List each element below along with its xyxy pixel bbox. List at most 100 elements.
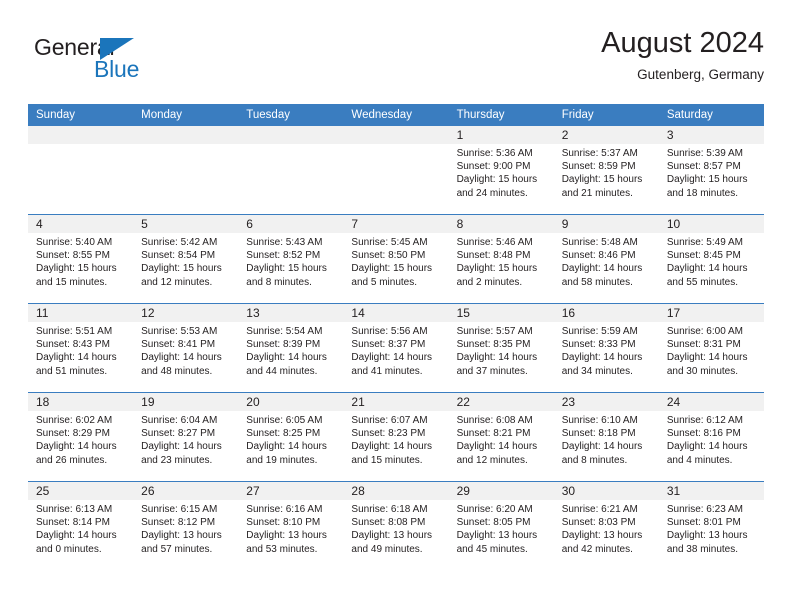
day-number: 31 — [658, 482, 764, 500]
day-sun-info: Sunrise: 5:51 AM Sunset: 8:43 PM Daylight:… — [28, 322, 133, 378]
calendar-day-cell[interactable]: 26 Sunrise: 6:15 AM Sunset: 8:12 PM Dayligh… — [133, 482, 239, 570]
calendar-day-cell[interactable]: 18 Sunrise: 6:02 AM Sunset: 8:29 PM Dayligh… — [28, 393, 134, 481]
day-sun-info: Sunrise: 6:13 AM Sunset: 8:14 PM Daylight:… — [28, 500, 133, 556]
daylight-duration-line1: Daylight: 14 hours — [36, 530, 117, 542]
weekday-header-saturday: Saturday — [666, 109, 713, 121]
brand-logo[interactable]: General Blue — [34, 34, 244, 90]
calendar-day-cell[interactable]: 3 Sunrise: 5:39 AM Sunset: 8:57 PM Daylight… — [658, 126, 764, 214]
day-number: 26 — [133, 482, 239, 500]
page-title: August 2024 — [601, 27, 764, 59]
calendar-day-cell[interactable]: 14 Sunrise: 5:56 AM Sunset: 8:37 PM Dayligh… — [343, 304, 449, 392]
sunrise-time: Sunrise: 6:20 AM — [456, 504, 533, 515]
calendar-day-cell[interactable]: 17 Sunrise: 6:00 AM Sunset: 8:31 PM Dayligh… — [658, 304, 764, 392]
weekday-header-wednesday: Wednesday — [351, 109, 412, 121]
daylight-duration-line2: and 41 minutes. — [351, 365, 423, 377]
daylight-duration-line1: Daylight: 14 hours — [246, 441, 327, 453]
sunset-time: Sunset: 8:52 PM — [246, 250, 321, 262]
daylight-duration-line2: and 4 minutes. — [666, 454, 733, 466]
sunrise-time: Sunrise: 6:07 AM — [351, 415, 428, 426]
calendar-day-cell[interactable]: 11 Sunrise: 5:51 AM Sunset: 8:43 PM Dayligh… — [28, 304, 134, 392]
sunset-time: Sunset: 8:54 PM — [141, 250, 216, 262]
calendar-day-cell[interactable]: 7 Sunrise: 5:45 AM Sunset: 8:50 PM Daylight… — [343, 215, 449, 303]
day-number: 22 — [448, 393, 554, 411]
daylight-duration-line1: Daylight: 15 hours — [456, 174, 538, 186]
day-number: 15 — [448, 304, 554, 322]
day-sun-info: Sunrise: 6:12 AM Sunset: 8:16 PM Daylight:… — [659, 411, 764, 467]
calendar-day-cell-empty — [133, 126, 239, 214]
sunset-time: Sunset: 8:35 PM — [456, 339, 531, 351]
sunrise-time: Sunrise: 5:46 AM — [456, 237, 533, 248]
calendar-day-cell[interactable]: 4 Sunrise: 5:40 AM Sunset: 8:55 PM Daylight… — [28, 215, 134, 303]
daylight-duration-line2: and 26 minutes. — [36, 454, 108, 466]
sunrise-time: Sunrise: 5:36 AM — [456, 148, 533, 159]
calendar-day-cell[interactable]: 5 Sunrise: 5:42 AM Sunset: 8:54 PM Daylight… — [133, 215, 239, 303]
calendar-day-cell[interactable]: 13 Sunrise: 5:54 AM Sunset: 8:39 PM Dayligh… — [238, 304, 344, 392]
daylight-duration-line1: Daylight: 13 hours — [666, 530, 748, 542]
sunset-time: Sunset: 8:57 PM — [666, 161, 741, 173]
daylight-duration-line2: and 21 minutes. — [561, 187, 633, 199]
daylight-duration-line1: Daylight: 15 hours — [456, 263, 538, 275]
calendar-day-cell[interactable]: 12 Sunrise: 5:53 AM Sunset: 8:41 PM Dayligh… — [133, 304, 239, 392]
sunrise-time: Sunrise: 5:57 AM — [456, 326, 533, 337]
calendar-day-cell[interactable]: 19 Sunrise: 6:04 AM Sunset: 8:27 PM Dayligh… — [133, 393, 239, 481]
day-number: 21 — [343, 393, 449, 411]
day-number: 17 — [658, 304, 764, 322]
calendar-day-cell[interactable]: 29 Sunrise: 6:20 AM Sunset: 8:05 PM Dayligh… — [448, 482, 554, 570]
calendar-day-cell-empty — [343, 126, 449, 214]
daylight-duration-line1: Daylight: 14 hours — [666, 441, 748, 453]
calendar-day-cell[interactable]: 2 Sunrise: 5:37 AM Sunset: 8:59 PM Daylight… — [553, 126, 659, 214]
calendar-day-cell[interactable]: 23 Sunrise: 6:10 AM Sunset: 8:18 PM Dayligh… — [553, 393, 659, 481]
day-number: 28 — [343, 482, 449, 500]
calendar-day-cell[interactable]: 27 Sunrise: 6:16 AM Sunset: 8:10 PM Dayligh… — [238, 482, 344, 570]
day-number: 23 — [553, 393, 659, 411]
daylight-duration-line2: and 30 minutes. — [666, 365, 739, 377]
calendar-day-cell[interactable]: 28 Sunrise: 6:18 AM Sunset: 8:08 PM Dayligh… — [343, 482, 449, 570]
calendar-day-cell[interactable]: 20 Sunrise: 6:05 AM Sunset: 8:25 PM Dayligh… — [238, 393, 344, 481]
calendar-day-cell[interactable]: 1 Sunrise: 5:36 AM Sunset: 9:00 PM Daylight… — [448, 126, 554, 214]
daylight-duration-line1: Daylight: 15 hours — [141, 263, 222, 275]
calendar-day-cell[interactable]: 8 Sunrise: 5:46 AM Sunset: 8:48 PM Daylight… — [448, 215, 554, 303]
day-number — [28, 126, 134, 144]
page-subtitle: Gutenberg, Germany — [637, 67, 764, 82]
calendar-day-cell[interactable]: 30 Sunrise: 6:21 AM Sunset: 8:03 PM Dayligh… — [553, 482, 659, 570]
calendar-day-cell[interactable]: 6 Sunrise: 5:43 AM Sunset: 8:52 PM Daylight… — [238, 215, 344, 303]
day-sun-info: Sunrise: 6:00 AM Sunset: 8:31 PM Daylight:… — [659, 322, 764, 378]
calendar-day-cell[interactable]: 31 Sunrise: 6:23 AM Sunset: 8:01 PM Dayligh… — [658, 482, 764, 570]
calendar-day-cell[interactable]: 24 Sunrise: 6:12 AM Sunset: 8:16 PM Dayligh… — [658, 393, 764, 481]
daylight-duration-line2: and 38 minutes. — [666, 543, 739, 555]
daylight-duration-line2: and 19 minutes. — [246, 454, 318, 466]
sunset-time: Sunset: 8:29 PM — [36, 428, 110, 440]
daylight-duration-line2: and 57 minutes. — [141, 543, 213, 555]
calendar-day-cell[interactable]: 16 Sunrise: 5:59 AM Sunset: 8:33 PM Dayligh… — [553, 304, 659, 392]
day-sun-info: Sunrise: 5:53 AM Sunset: 8:41 PM Daylight:… — [133, 322, 238, 378]
sunset-time: Sunset: 8:50 PM — [351, 250, 426, 262]
daylight-duration-line2: and 58 minutes. — [561, 276, 633, 288]
day-number: 27 — [238, 482, 344, 500]
day-number — [238, 126, 344, 144]
calendar-day-cell[interactable]: 9 Sunrise: 5:48 AM Sunset: 8:46 PM Daylight… — [553, 215, 659, 303]
day-number: 16 — [553, 304, 659, 322]
sunset-time: Sunset: 8:08 PM — [351, 517, 426, 529]
calendar-day-cell[interactable]: 25 Sunrise: 6:13 AM Sunset: 8:14 PM Dayligh… — [28, 482, 134, 570]
sunset-time: Sunset: 8:25 PM — [246, 428, 321, 440]
daylight-duration-line1: Daylight: 14 hours — [666, 263, 748, 275]
weekday-header-friday: Friday — [561, 109, 594, 121]
sunrise-time: Sunrise: 5:37 AM — [561, 148, 638, 159]
sunset-time: Sunset: 8:43 PM — [36, 339, 110, 351]
day-sun-info: Sunrise: 5:48 AM Sunset: 8:46 PM Daylight:… — [554, 233, 659, 289]
calendar-day-cell[interactable]: 22 Sunrise: 6:08 AM Sunset: 8:21 PM Dayligh… — [448, 393, 554, 481]
weekday-header-monday: Monday — [141, 109, 183, 121]
calendar-day-cell[interactable]: 10 Sunrise: 5:49 AM Sunset: 8:45 PM Dayligh… — [658, 215, 764, 303]
calendar-day-cell[interactable]: 15 Sunrise: 5:57 AM Sunset: 8:35 PM Dayligh… — [448, 304, 554, 392]
sunrise-time: Sunrise: 6:12 AM — [666, 415, 743, 426]
day-sun-info: Sunrise: 6:20 AM Sunset: 8:05 PM Daylight:… — [449, 500, 554, 556]
day-sun-info: Sunrise: 5:43 AM Sunset: 8:52 PM Daylight:… — [238, 233, 343, 289]
day-sun-info: Sunrise: 5:39 AM Sunset: 8:57 PM Daylight:… — [659, 144, 764, 200]
day-sun-info: Sunrise: 5:56 AM Sunset: 8:37 PM Daylight:… — [343, 322, 448, 378]
day-number: 6 — [238, 215, 344, 233]
day-sun-info: Sunrise: 5:54 AM Sunset: 8:39 PM Daylight:… — [238, 322, 343, 378]
daylight-duration-line2: and 34 minutes. — [561, 365, 633, 377]
daylight-duration-line1: Daylight: 14 hours — [141, 352, 222, 364]
calendar-day-cell[interactable]: 21 Sunrise: 6:07 AM Sunset: 8:23 PM Dayligh… — [343, 393, 449, 481]
day-sun-info: Sunrise: 6:05 AM Sunset: 8:25 PM Daylight:… — [238, 411, 343, 467]
